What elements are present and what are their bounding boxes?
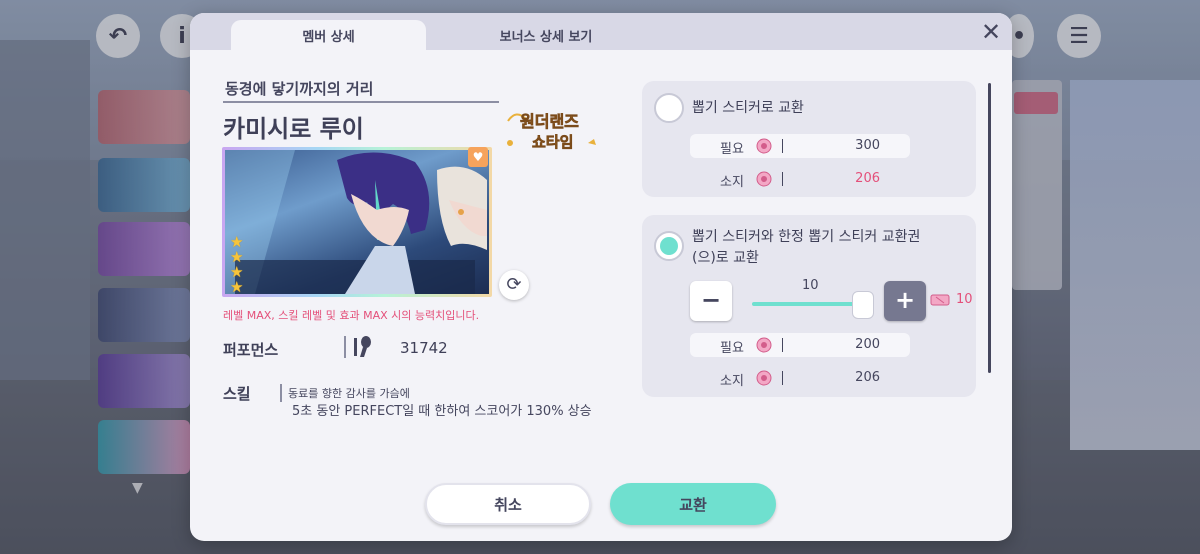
quantity-slider-thumb[interactable]: [852, 291, 874, 319]
exchange-dialog: 멤버 상세 보너스 상세 보기 ✕ 동경에 닿기까지의 거리 카미시로 루이 원…: [190, 13, 1012, 541]
sticker-icon: [756, 370, 772, 386]
owned-value: 206: [855, 171, 880, 186]
refresh-icon[interactable]: ⟳: [499, 270, 529, 300]
max-stats-note: 레벨 MAX, 스킬 레벨 및 효과 MAX 시의 능력치입니다.: [223, 309, 480, 322]
svg-text:쇼타임: 쇼타임: [532, 133, 573, 151]
ticket-count: 10: [956, 292, 973, 307]
microphone-icon: [354, 336, 371, 357]
decrease-button[interactable]: −: [690, 281, 732, 321]
option-title-line2: (으)로 교환: [692, 250, 759, 266]
divider: [344, 336, 346, 358]
rarity-stars: ★ ★ ★ ★: [230, 235, 243, 295]
sticker-icon: [756, 337, 772, 353]
skill-name: 동료를 향한 감사를 가슴에: [288, 387, 410, 400]
star-icon: ★: [230, 278, 244, 296]
skill-description: 5초 동안 PERFECT일 때 한하여 스코어가 130% 상승: [292, 404, 592, 419]
quantity-slider-track[interactable]: [752, 302, 866, 306]
increase-button[interactable]: +: [884, 281, 926, 321]
card-artwork: [225, 150, 487, 294]
favorite-icon[interactable]: ♥: [468, 147, 488, 167]
required-row: 필요 300: [690, 134, 910, 158]
divider: [782, 371, 783, 385]
option-radio[interactable]: [654, 93, 684, 123]
tab-bonus-detail[interactable]: 보너스 상세 보기: [426, 20, 666, 50]
exchange-button[interactable]: 교환: [610, 483, 776, 525]
option-title: 뽑기 스티커로 교환: [692, 100, 804, 116]
title-underline: [223, 101, 499, 103]
exchange-option-sticker-and-ticket[interactable]: 뽑기 스티커와 한정 뽑기 스티커 교환권 (으)로 교환 − 10 + 10 …: [642, 215, 976, 397]
performance-label: 퍼포먼스: [223, 341, 279, 359]
option-title-line1: 뽑기 스티커와 한정 뽑기 스티커 교환권: [692, 229, 921, 245]
slider-value: 10: [802, 278, 819, 293]
performance-value: 31742: [400, 339, 448, 357]
owned-value: 206: [855, 370, 880, 385]
unit-logo: 원더랜즈 쇼타임: [507, 112, 596, 151]
required-value: 200: [855, 337, 880, 352]
divider: [782, 172, 783, 186]
required-label: 필요: [720, 142, 744, 157]
cancel-button[interactable]: 취소: [425, 483, 591, 525]
divider: [782, 338, 783, 352]
member-name: 카미시로 루이: [223, 115, 364, 143]
option-radio-selected[interactable]: [654, 231, 684, 261]
owned-label: 소지: [720, 374, 744, 389]
owned-row: 소지 206: [690, 167, 910, 191]
skill-label: 스킬: [223, 385, 251, 403]
card-title: 동경에 닿기까지의 거리: [225, 80, 374, 98]
required-row: 필요 200: [690, 333, 910, 357]
owned-label: 소지: [720, 175, 744, 190]
sticker-icon: [756, 138, 772, 154]
sticker-icon: [756, 171, 772, 187]
divider: [280, 384, 282, 402]
scrollbar[interactable]: [988, 83, 991, 373]
owned-row: 소지 206: [690, 366, 910, 390]
exchange-option-sticker[interactable]: 뽑기 스티커로 교환 필요 300 소지 206: [642, 81, 976, 197]
required-value: 300: [855, 138, 880, 153]
card-illustration: [222, 147, 492, 297]
divider: [782, 139, 783, 153]
ticket-icon: [930, 294, 950, 306]
tab-bar: 멤버 상세 보너스 상세 보기 ✕: [190, 13, 1012, 50]
tab-member-detail[interactable]: 멤버 상세: [231, 20, 426, 50]
close-icon[interactable]: ✕: [978, 19, 1004, 45]
svg-text:원더랜즈: 원더랜즈: [520, 112, 579, 131]
required-label: 필요: [720, 341, 744, 356]
